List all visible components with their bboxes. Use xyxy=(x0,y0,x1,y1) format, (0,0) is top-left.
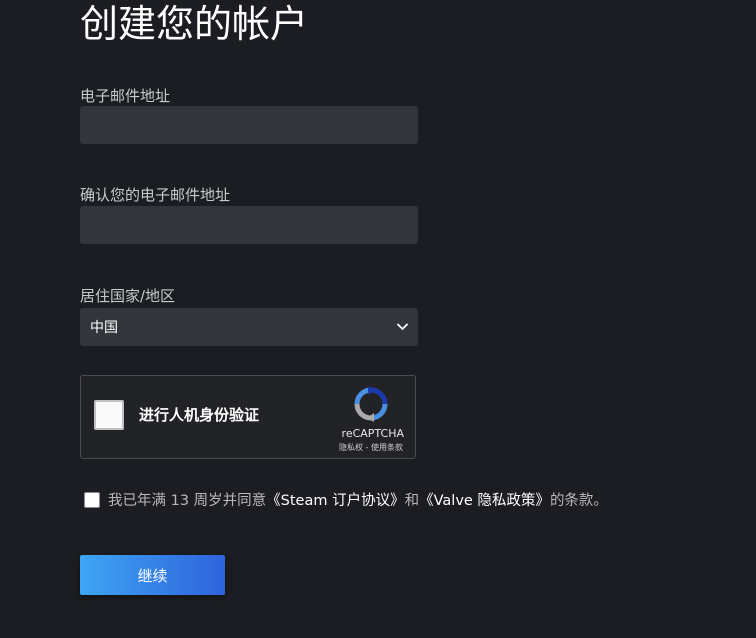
email-label: 电子邮件地址 xyxy=(80,87,171,105)
valve-privacy-link[interactable]: 《Valve 隐私政策》 xyxy=(419,493,550,509)
continue-button[interactable]: 继续 xyxy=(80,555,225,595)
chevron-down-icon xyxy=(396,321,408,333)
country-label: 居住国家/地区 xyxy=(80,287,176,305)
confirm-email-label: 确认您的电子邮件地址 xyxy=(80,186,231,204)
recaptcha-separator: - xyxy=(363,443,371,452)
country-select[interactable]: 中国 xyxy=(80,308,418,346)
agreement-checkbox[interactable] xyxy=(84,491,100,508)
page-title: 创建您的帐户 xyxy=(80,2,309,46)
recaptcha-privacy-link[interactable]: 隐私权 xyxy=(339,443,363,452)
recaptcha-logo-icon xyxy=(353,386,389,422)
agreement-suffix: 的条款。 xyxy=(549,493,608,509)
agreement-prefix: 我已年满 13 周岁并同意 xyxy=(108,493,267,509)
recaptcha-brand: reCAPTCHA xyxy=(341,427,404,440)
recaptcha-links: 隐私权 - 使用条款 xyxy=(339,442,403,453)
agreement-middle: 和 xyxy=(404,493,420,509)
agreement-text: 我已年满 13 周岁并同意《Steam 订户协议》和《Valve 隐私政策》的条… xyxy=(108,489,608,510)
recaptcha-widget: 进行人机身份验证 reCAPTCHA 隐私权 - 使用条款 xyxy=(80,375,416,459)
recaptcha-checkbox[interactable] xyxy=(94,400,124,430)
recaptcha-terms-link[interactable]: 使用条款 xyxy=(371,443,403,452)
agreement-row: 我已年满 13 周岁并同意《Steam 订户协议》和《Valve 隐私政策》的条… xyxy=(84,489,608,510)
steam-agreement-link[interactable]: 《Steam 订户协议》 xyxy=(266,493,404,509)
country-select-value: 中国 xyxy=(90,320,118,336)
confirm-email-input[interactable] xyxy=(80,206,418,244)
email-input[interactable] xyxy=(80,106,418,144)
recaptcha-label: 进行人机身份验证 xyxy=(139,406,260,424)
